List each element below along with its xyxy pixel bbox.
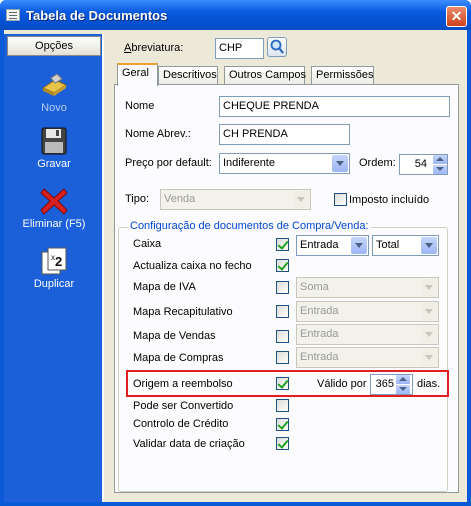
caixa-tipo-value: Entrada (300, 239, 339, 251)
mapa-vendas-value: Entrada (300, 328, 339, 340)
delete-label: Eliminar (F5) (22, 218, 86, 230)
config-group-legend: Configuração de documentos de Compra/Ven… (128, 220, 371, 232)
caixa-total-value: Total (376, 239, 400, 251)
caixa-label: Caixa (133, 238, 162, 250)
mapa-compras-select: Entrada (296, 347, 439, 368)
chevron-down-icon (421, 326, 437, 343)
ordem-spinner[interactable] (433, 155, 447, 174)
controlo-credito-label: Controlo de Crédito (133, 418, 229, 430)
svg-text:2: 2 (55, 254, 62, 269)
tab-descritivos[interactable]: Descritivos (158, 66, 218, 85)
document-table-icon (6, 9, 20, 21)
imposto-checkbox[interactable] (334, 193, 347, 206)
caixa-total-select[interactable]: Total (372, 235, 439, 256)
duplicate-icon: x 2 (39, 246, 69, 276)
duplicate-button[interactable]: x 2 Duplicar (4, 246, 104, 290)
new-button[interactable]: Novo (4, 70, 104, 114)
mapa-recap-label: Mapa Recapitulativo (133, 306, 233, 318)
chevron-down-icon (421, 279, 437, 296)
chevron-down-icon (332, 155, 348, 172)
preco-label: Preço por default: (125, 157, 212, 169)
mapa-compras-label: Mapa de Compras (133, 352, 224, 364)
chevron-down-icon (421, 237, 437, 254)
mapa-iva-select: Soma (296, 277, 439, 298)
nome-label: Nome (125, 100, 155, 112)
close-button[interactable]: ✕ (446, 6, 467, 27)
caixa-tipo-select[interactable]: Entrada (296, 235, 369, 256)
ordem-label: Ordem: (359, 157, 396, 169)
floppy-disk-icon (39, 126, 69, 156)
preco-select[interactable]: Indiferente (219, 153, 350, 174)
abreviatura-label: Abreviatura: (124, 42, 184, 54)
new-icon (39, 70, 69, 100)
caixa-checkbox[interactable] (276, 238, 289, 251)
options-header[interactable]: Opções (7, 36, 101, 56)
chevron-down-icon (351, 237, 367, 254)
preco-select-value: Indiferente (223, 157, 275, 169)
delete-button[interactable]: Eliminar (F5) (4, 186, 104, 230)
duplicate-label: Duplicar (33, 278, 75, 290)
validar-data-label: Validar data de criação (133, 438, 245, 450)
main-area: Abreviatura: CHP Geral Descritivos Outro… (106, 34, 467, 502)
mapa-iva-label: Mapa de IVA (133, 281, 196, 293)
controlo-credito-checkbox[interactable] (276, 418, 289, 431)
mapa-recap-value: Entrada (300, 305, 339, 317)
save-button[interactable]: Gravar (4, 126, 104, 170)
origem-reembolso-label: Origem a reembolso (133, 378, 233, 390)
nome-abrev-label: Nome Abrev.: (125, 128, 191, 140)
mapa-compras-value: Entrada (300, 351, 339, 363)
tipo-select-value: Venda (164, 193, 196, 205)
mapa-recap-select: Entrada (296, 301, 439, 322)
chevron-down-icon (421, 303, 437, 320)
tipo-label: Tipo: (125, 193, 150, 205)
mapa-recap-checkbox[interactable] (276, 305, 289, 318)
options-sidebar: Opções Novo Gravar Eliminar (F5) x 2 Dup… (4, 34, 104, 502)
tab-geral[interactable]: Geral (117, 63, 158, 86)
new-label: Novo (41, 102, 67, 114)
mapa-vendas-label: Mapa de Vendas (133, 330, 216, 342)
spin-down-icon[interactable] (396, 385, 410, 394)
mapa-vendas-checkbox[interactable] (276, 330, 289, 343)
spin-up-icon[interactable] (396, 375, 410, 384)
tipo-select: Venda (160, 189, 311, 210)
title-bar: Tabela de Documentos ✕ (0, 0, 471, 30)
nome-input[interactable]: CHEQUE PRENDA (219, 96, 450, 117)
chevron-down-icon (293, 191, 309, 208)
actualiza-caixa-checkbox[interactable] (276, 259, 289, 272)
mapa-compras-checkbox[interactable] (276, 351, 289, 364)
mapa-iva-checkbox[interactable] (276, 281, 289, 294)
delete-x-icon (39, 186, 69, 216)
abreviatura-label-text: breviatura: (131, 42, 184, 54)
search-icon (270, 39, 284, 54)
pode-convertido-checkbox[interactable] (276, 399, 289, 412)
chevron-down-icon (421, 349, 437, 366)
nome-abrev-input[interactable]: CH PRENDA (219, 124, 350, 145)
app-window: Tabela de Documentos ✕ Opções Novo Grava… (0, 0, 471, 506)
pode-convertido-label: Pode ser Convertido (133, 400, 234, 412)
spin-down-icon[interactable] (433, 165, 447, 174)
abreviatura-input[interactable]: CHP (215, 38, 264, 59)
imposto-label: Imposto incluído (349, 194, 430, 206)
actualiza-caixa-label: Actualiza caixa no fecho (133, 260, 252, 272)
dias-label: dias. (417, 378, 441, 390)
window-title: Tabela de Documentos (26, 8, 168, 23)
spin-up-icon[interactable] (433, 155, 447, 164)
mapa-vendas-select: Entrada (296, 324, 439, 345)
origem-reembolso-checkbox[interactable] (276, 377, 289, 390)
valido-por-label: Válido por (317, 378, 367, 390)
tab-permissoes[interactable]: Permissões (311, 66, 374, 85)
search-button[interactable] (267, 37, 287, 57)
mapa-iva-value: Soma (300, 281, 329, 293)
save-label: Gravar (37, 158, 71, 170)
valido-por-spinner[interactable] (396, 375, 410, 394)
validar-data-checkbox[interactable] (276, 437, 289, 450)
tab-outros-campos[interactable]: Outros Campos (224, 66, 306, 85)
